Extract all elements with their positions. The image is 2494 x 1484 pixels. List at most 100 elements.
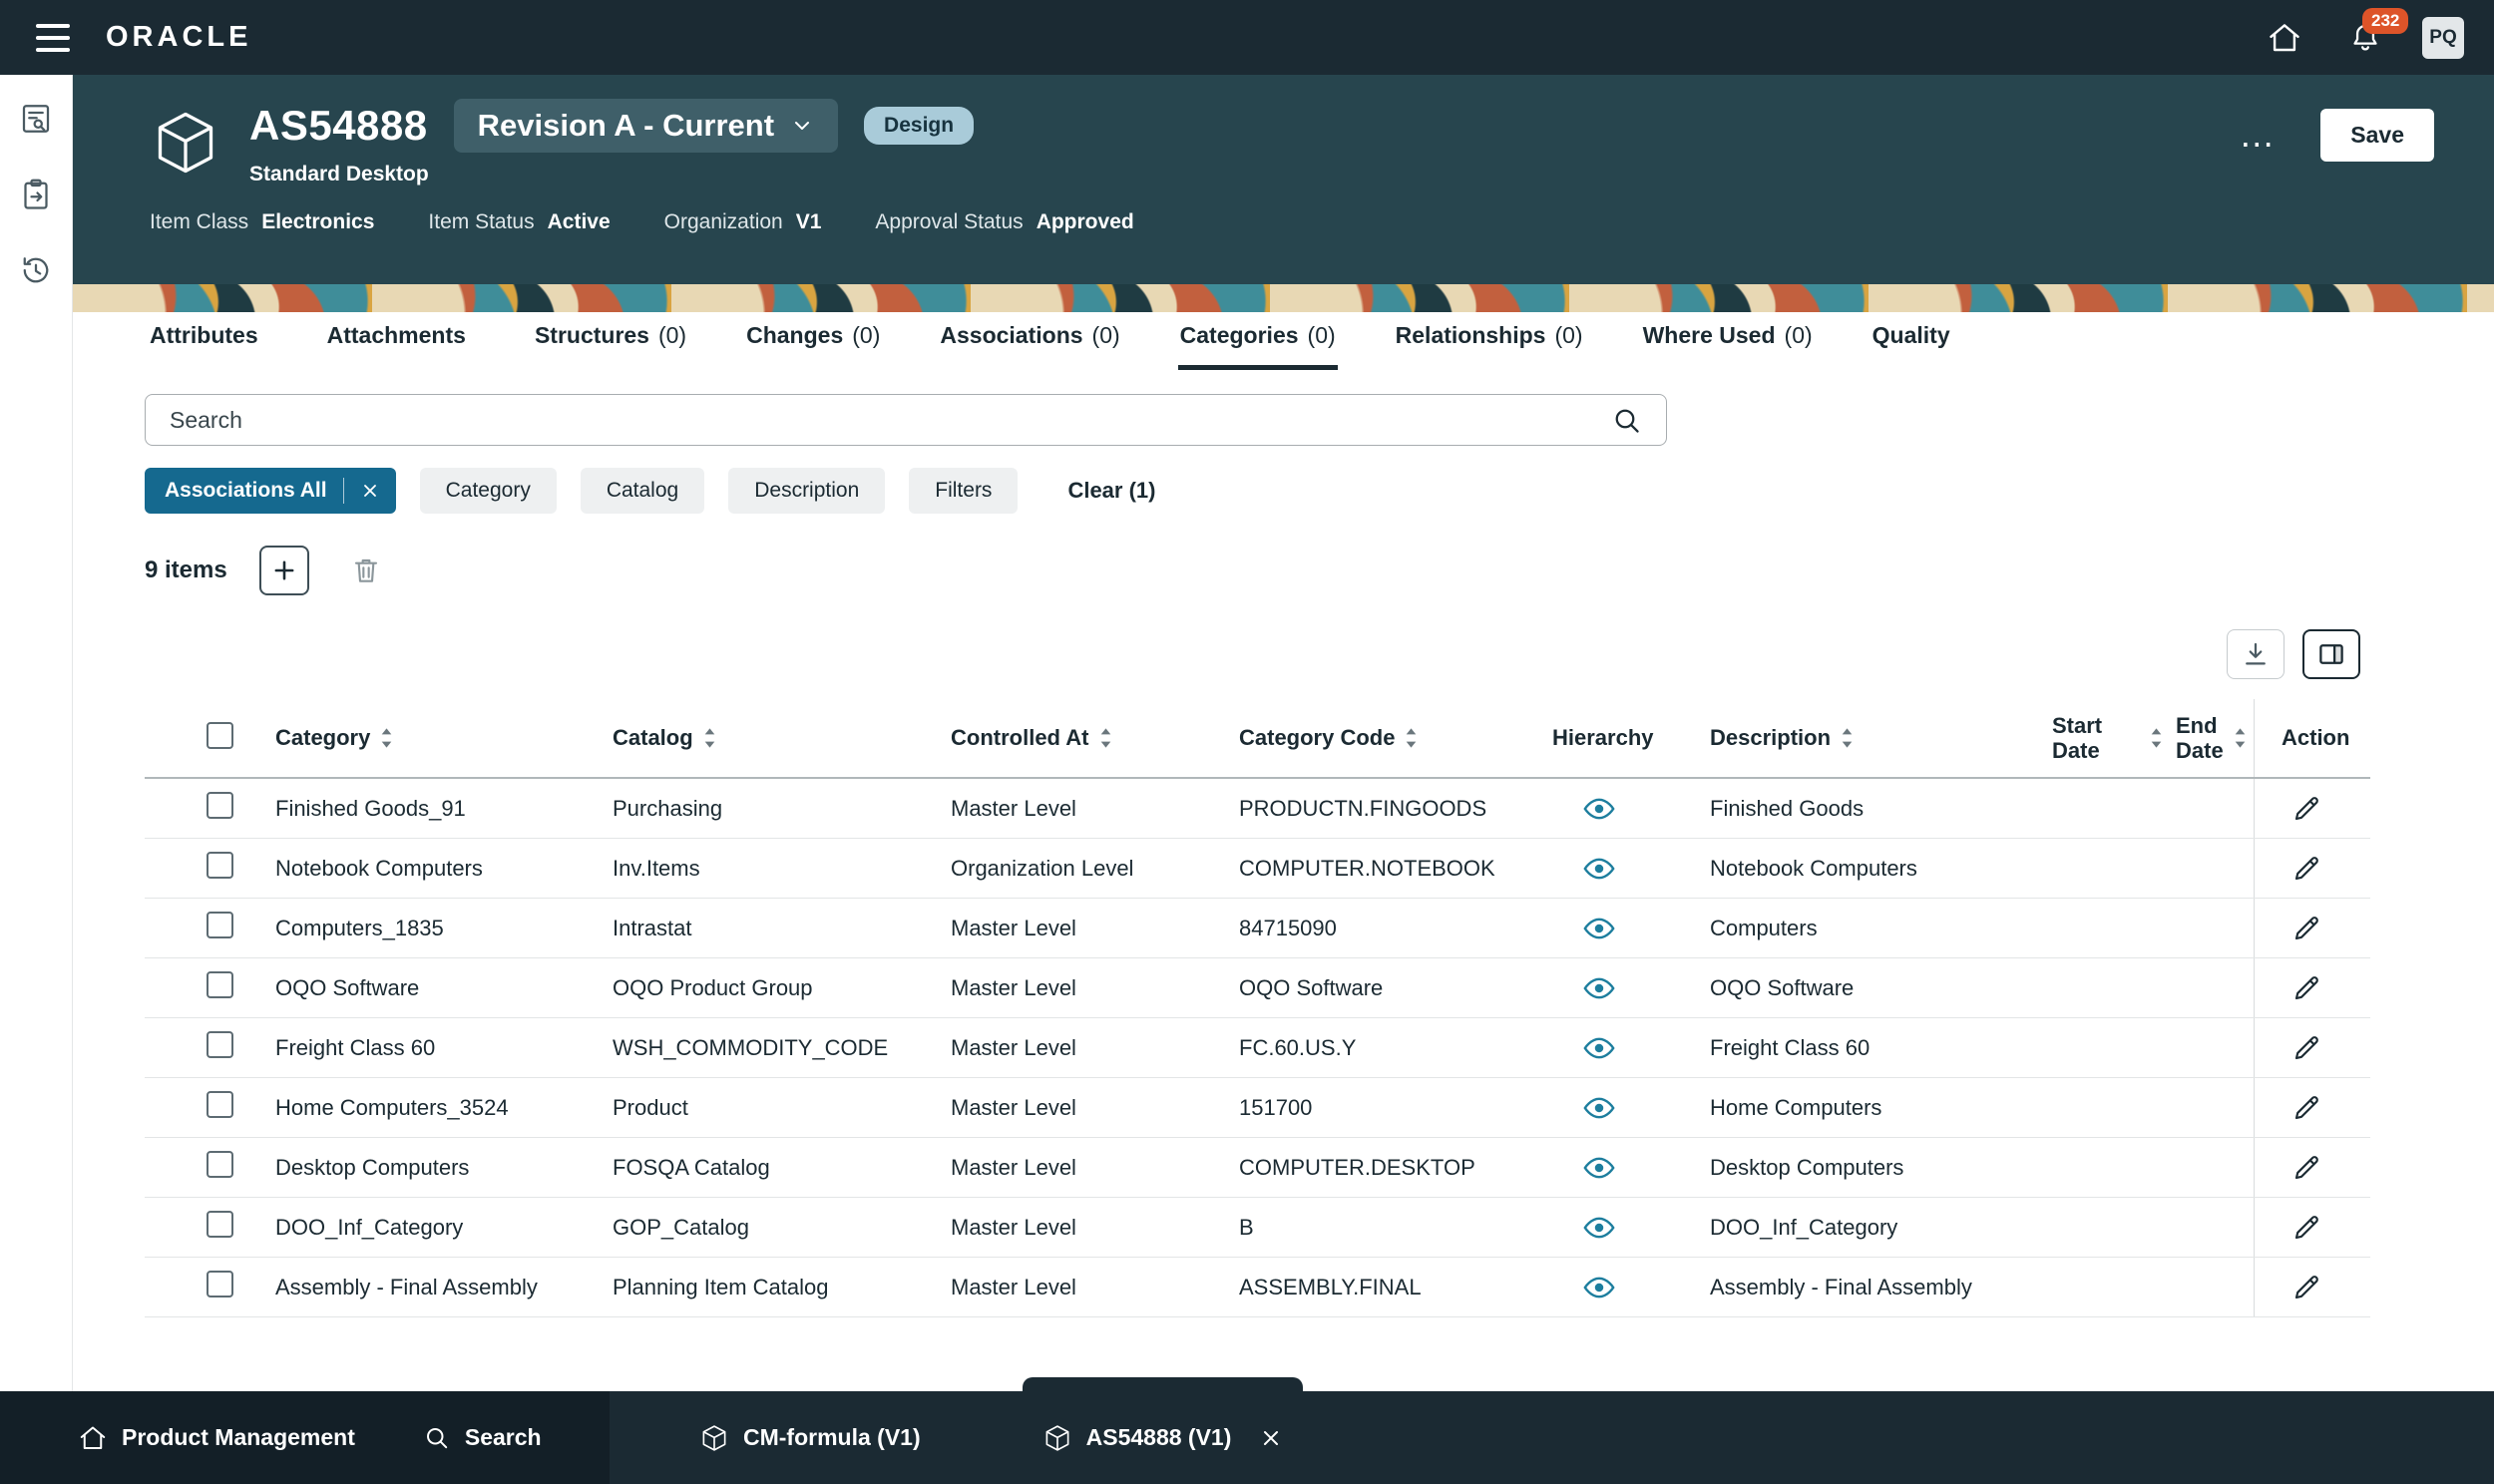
columns-toggle-button[interactable]: [2302, 629, 2360, 679]
tab-count: (0): [1308, 322, 1336, 349]
cell-action: [2254, 899, 2370, 957]
row-checkbox[interactable]: [207, 912, 233, 938]
cell-controlled-at: Master Level: [951, 975, 1239, 1001]
history-icon[interactable]: [18, 252, 54, 288]
row-select-cell: [145, 1151, 275, 1184]
edit-icon[interactable]: [2290, 1032, 2322, 1064]
hamburger-menu-icon[interactable]: [30, 18, 76, 58]
hierarchy-eye-icon[interactable]: [1582, 912, 1616, 945]
row-select-cell: [145, 912, 275, 944]
item-cube-icon: [150, 107, 221, 184]
hierarchy-eye-icon[interactable]: [1582, 1031, 1616, 1065]
search-input[interactable]: [145, 394, 1667, 446]
cell-category: OQO Software: [275, 975, 613, 1001]
filter-chip-associations-all[interactable]: Associations All: [145, 468, 396, 514]
edit-icon[interactable]: [2290, 1092, 2322, 1124]
edit-icon[interactable]: [2290, 793, 2322, 825]
hierarchy-eye-icon[interactable]: [1582, 1091, 1616, 1125]
row-checkbox[interactable]: [207, 1151, 233, 1178]
sort-icon[interactable]: [1098, 726, 1113, 750]
meta-item: Organization V1: [664, 210, 822, 234]
cell-description: Desktop Computers: [1710, 1155, 2052, 1181]
meta-label: Approval Status: [875, 210, 1023, 234]
meta-item: Item Class Electronics: [150, 210, 374, 234]
cell-description: Notebook Computers: [1710, 856, 2052, 882]
edit-icon[interactable]: [2290, 1272, 2322, 1303]
edit-icon[interactable]: [2290, 913, 2322, 944]
user-avatar[interactable]: PQ: [2422, 17, 2464, 59]
sort-icon[interactable]: [2233, 726, 2248, 750]
revision-selector[interactable]: Revision A - Current: [454, 99, 838, 153]
search-icon[interactable]: [1605, 404, 1649, 438]
column-header-action: Action: [2254, 699, 2370, 777]
tab-relationships[interactable]: Relationships (0): [1394, 322, 1585, 370]
left-rail: [0, 75, 73, 1391]
tab-categories[interactable]: Categories (0): [1178, 322, 1338, 370]
cell-controlled-at: Master Level: [951, 916, 1239, 941]
row-checkbox[interactable]: [207, 1091, 233, 1118]
sort-icon[interactable]: [379, 726, 394, 750]
filter-chip-row: Associations All Category Catalog Descri…: [145, 468, 2494, 514]
filter-chip-filters[interactable]: Filters: [909, 468, 1018, 514]
sort-icon[interactable]: [2149, 726, 2164, 750]
sort-icon[interactable]: [1840, 726, 1855, 750]
row-checkbox[interactable]: [207, 852, 233, 879]
edit-icon[interactable]: [2290, 972, 2322, 1004]
cell-catalog: Product: [613, 1095, 951, 1121]
tab-where-used[interactable]: Where Used (0): [1641, 322, 1815, 370]
notifications-bell-icon[interactable]: 232: [2342, 20, 2388, 56]
filter-chip-catalog[interactable]: Catalog: [581, 468, 704, 514]
cell-description: Computers: [1710, 916, 2052, 941]
edit-icon[interactable]: [2290, 1152, 2322, 1184]
tab-changes[interactable]: Changes (0): [744, 322, 882, 370]
hierarchy-eye-icon[interactable]: [1582, 971, 1616, 1005]
edit-icon[interactable]: [2290, 1212, 2322, 1244]
edit-icon[interactable]: [2290, 853, 2322, 885]
tab-attributes[interactable]: Attributes: [148, 322, 269, 370]
filter-chip-category[interactable]: Category: [420, 468, 557, 514]
bottom-tab-cm-formula[interactable]: CM-formula (V1): [693, 1391, 927, 1484]
sort-icon[interactable]: [702, 726, 717, 750]
save-button[interactable]: Save: [2320, 109, 2434, 162]
clipboard-icon[interactable]: [18, 177, 54, 212]
download-button[interactable]: [2227, 629, 2285, 679]
column-header-label: Description: [1710, 725, 1831, 750]
hierarchy-eye-icon[interactable]: [1582, 1151, 1616, 1185]
row-checkbox[interactable]: [207, 792, 233, 819]
row-checkbox[interactable]: [207, 1031, 233, 1058]
hierarchy-eye-icon[interactable]: [1582, 792, 1616, 826]
chip-close-icon[interactable]: [360, 481, 380, 501]
tab-close-icon[interactable]: [1259, 1426, 1283, 1450]
clear-filters-button[interactable]: Clear (1): [1061, 477, 1161, 505]
tab-quality[interactable]: Quality: [1870, 322, 1961, 370]
home-icon[interactable]: [2261, 19, 2308, 57]
cell-controlled-at: Master Level: [951, 1275, 1239, 1300]
hierarchy-eye-icon[interactable]: [1582, 852, 1616, 886]
cell-category: Notebook Computers: [275, 856, 613, 882]
chip-label: Associations All: [165, 479, 327, 503]
bottom-home-button[interactable]: Product Management: [72, 1422, 361, 1454]
select-all-checkbox[interactable]: [207, 722, 233, 749]
row-checkbox[interactable]: [207, 971, 233, 998]
row-select-cell: [145, 852, 275, 885]
filter-chip-description[interactable]: Description: [728, 468, 885, 514]
tab-attachments[interactable]: Attachments: [325, 322, 477, 370]
delete-row-button[interactable]: [341, 546, 391, 595]
bottom-search-button[interactable]: Search: [417, 1423, 548, 1453]
table-row: Assembly - Final Assembly Planning Item …: [145, 1258, 2370, 1317]
item-report-icon[interactable]: [18, 101, 54, 137]
meta-item: Approval Status Approved: [875, 210, 1133, 234]
add-row-button[interactable]: [259, 546, 309, 595]
decorative-banner: [73, 284, 2494, 312]
sort-icon[interactable]: [1404, 726, 1419, 750]
overflow-menu-button[interactable]: …: [2235, 118, 2281, 152]
hierarchy-eye-icon[interactable]: [1582, 1211, 1616, 1245]
row-checkbox[interactable]: [207, 1271, 233, 1298]
cell-controlled-at: Master Level: [951, 1155, 1239, 1181]
row-checkbox[interactable]: [207, 1211, 233, 1238]
cell-catalog: OQO Product Group: [613, 975, 951, 1001]
tab-associations[interactable]: Associations (0): [938, 322, 1121, 370]
hierarchy-eye-icon[interactable]: [1582, 1271, 1616, 1304]
bottom-tab-as54888[interactable]: AS54888 (V1): [1037, 1391, 1290, 1484]
tab-structures[interactable]: Structures (0): [533, 322, 688, 370]
